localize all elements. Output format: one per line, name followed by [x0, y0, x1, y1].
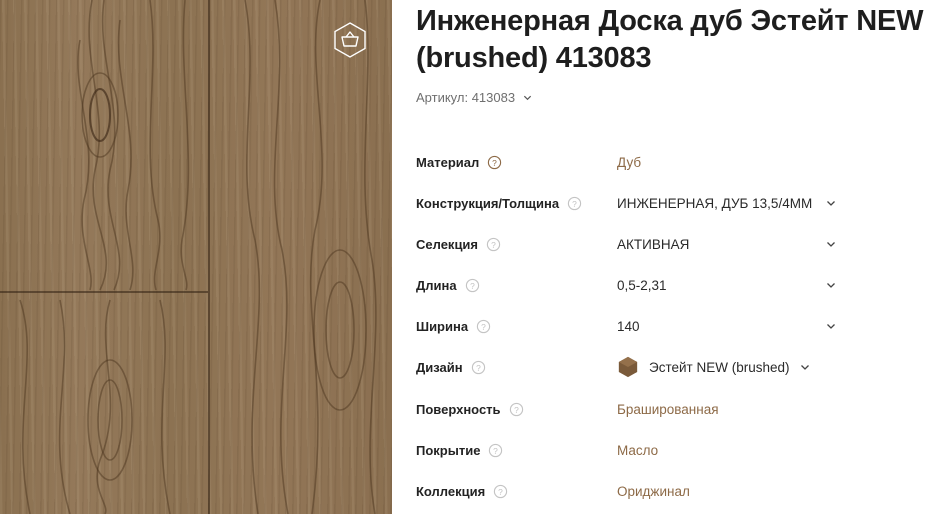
- help-circle-icon[interactable]: ?: [509, 402, 524, 417]
- help-circle-icon[interactable]: ?: [471, 360, 486, 375]
- help-circle-icon[interactable]: ?: [488, 443, 503, 458]
- chevron-down-icon: [800, 365, 809, 370]
- attribute-label: Покрытие: [416, 442, 481, 458]
- attribute-label: Ширина: [416, 318, 469, 334]
- svg-text:?: ?: [514, 404, 519, 414]
- length-select[interactable]: 0,5-2,31: [617, 278, 667, 293]
- chevron-down-icon: [524, 95, 532, 101]
- basket-icon: [334, 22, 366, 58]
- attribute-label: Поверхность: [416, 401, 501, 417]
- help-circle-icon[interactable]: ?: [493, 484, 508, 499]
- attribute-label: Длина: [416, 277, 457, 293]
- product-image: [0, 0, 392, 514]
- plank-seam: [208, 0, 210, 514]
- attribute-label: Материал: [416, 154, 480, 170]
- svg-text:?: ?: [492, 157, 497, 167]
- sku-selector[interactable]: Артикул: 413083: [416, 90, 532, 105]
- attribute-row-surface: Поверхность ? Брашированная: [416, 397, 846, 421]
- help-circle-icon[interactable]: ?: [476, 319, 491, 334]
- wood-grain-texture: [19, 0, 377, 514]
- selection-select[interactable]: АКТИВНАЯ: [617, 237, 689, 252]
- design-select[interactable]: Эстейт NEW (brushed): [617, 356, 810, 378]
- attribute-value: Дуб: [617, 154, 642, 170]
- attribute-value: Масло: [617, 442, 659, 458]
- svg-text:?: ?: [470, 280, 475, 290]
- attribute-row-length[interactable]: Длина ? 0,5-2,31: [416, 273, 846, 297]
- product-title: Инженерная Доска дуб Эстейт NEW (brushed…: [416, 5, 924, 74]
- plank-seam: [0, 291, 208, 293]
- svg-text:?: ?: [494, 445, 499, 455]
- svg-text:?: ?: [491, 239, 496, 249]
- attribute-label: Коллекция: [416, 483, 486, 499]
- attribute-label: Селекция: [416, 236, 479, 252]
- design-value: Эстейт NEW (brushed): [649, 359, 790, 375]
- help-circle-icon[interactable]: ?: [465, 278, 480, 293]
- svg-text:?: ?: [481, 321, 486, 331]
- design-swatch: [618, 356, 638, 378]
- chevron-down-icon[interactable]: [826, 239, 836, 249]
- construction-select[interactable]: ИНЖЕНЕРНАЯ, ДУБ 13,5/4ММ: [617, 196, 812, 211]
- attribute-row-selection[interactable]: Селекция ? АКТИВНАЯ: [416, 232, 846, 256]
- sku-label: Артикул: 413083: [416, 90, 516, 105]
- add-to-cart-button[interactable]: [330, 20, 370, 60]
- attribute-row-design[interactable]: Дизайн ? Эстейт NEW (brushed): [416, 355, 846, 379]
- attribute-row-collection: Коллекция ? Ориджинал: [416, 479, 846, 503]
- help-circle-icon[interactable]: ?: [486, 237, 501, 252]
- svg-text:?: ?: [476, 362, 481, 372]
- help-circle-icon[interactable]: ?: [567, 196, 582, 211]
- attribute-row-construction[interactable]: Конструкция/Толщина ? ИНЖЕНЕРНАЯ, ДУБ 13…: [416, 191, 846, 215]
- attribute-value: Брашированная: [617, 401, 719, 417]
- attribute-row-material: Материал ? Дуб: [416, 150, 846, 174]
- chevron-down-icon[interactable]: [826, 280, 836, 290]
- svg-text:?: ?: [572, 198, 577, 208]
- attribute-row-coating: Покрытие ? Масло: [416, 438, 846, 462]
- attribute-row-width[interactable]: Ширина ? 140: [416, 314, 846, 338]
- width-select[interactable]: 140: [617, 319, 640, 334]
- attribute-label: Дизайн: [416, 359, 463, 375]
- svg-text:?: ?: [498, 486, 503, 496]
- attribute-value: Ориджинал: [617, 483, 690, 499]
- attribute-label: Конструкция/Толщина: [416, 195, 560, 211]
- chevron-down-icon[interactable]: [826, 198, 836, 208]
- help-circle-icon[interactable]: ?: [487, 155, 502, 170]
- chevron-down-icon[interactable]: [826, 321, 836, 331]
